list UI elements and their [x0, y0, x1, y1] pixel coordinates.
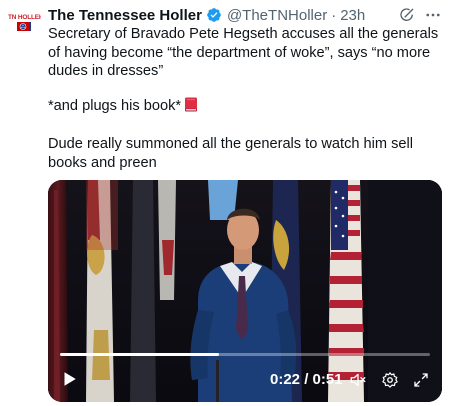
fullscreen-icon[interactable]	[412, 371, 430, 389]
video-progress-fill	[60, 353, 220, 356]
video-progress-bar[interactable]	[60, 353, 430, 356]
settings-icon[interactable]	[381, 371, 399, 389]
tweet-text-paragraph-2-text: *and plugs his book*	[48, 98, 182, 114]
separator-dot: ·	[331, 6, 337, 24]
tweet-text-paragraph-1: Secretary of Bravado Pete Hegseth accuse…	[48, 26, 439, 79]
tweet-timestamp[interactable]: 23h	[340, 7, 365, 24]
author-handle[interactable]: @TheTNHoller	[227, 7, 327, 24]
tweet-header: The Tennessee Holler @TheTNHoller · 23h	[48, 5, 365, 25]
grok-icon[interactable]	[398, 6, 416, 24]
verified-badge-icon[interactable]	[206, 7, 222, 23]
more-icon[interactable]	[424, 6, 442, 24]
volume-muted-icon[interactable]	[349, 371, 367, 389]
tweet-text-paragraph-3: Dude really summoned all the generals to…	[48, 136, 414, 171]
video-frame	[48, 180, 442, 402]
play-icon[interactable]	[60, 370, 78, 388]
avatar-logo-text: TN HOLLER	[8, 14, 42, 21]
closed-book-icon	[185, 97, 198, 112]
video-time-readout: 0:22 / 0:51	[270, 371, 343, 388]
tweet-text-paragraph-2: *and plugs his book*	[48, 97, 446, 116]
tennessee-flag-icon	[17, 22, 31, 31]
tweet[interactable]: TN HOLLER The Tennessee Holler @TheTNHol…	[0, 0, 449, 406]
avatar[interactable]: TN HOLLER	[6, 5, 42, 41]
video-player[interactable]: 0:22 / 0:51	[48, 180, 442, 402]
author-name[interactable]: The Tennessee Holler	[48, 7, 202, 24]
